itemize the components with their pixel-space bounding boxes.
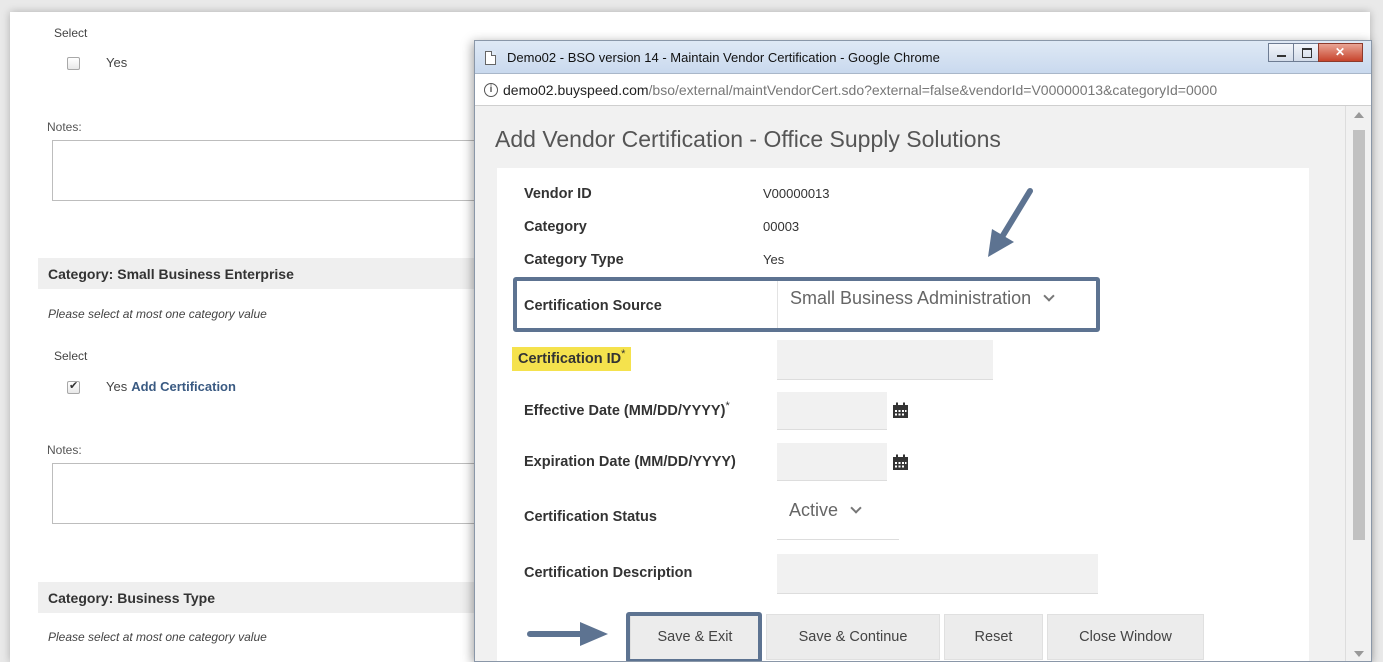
yes-checkbox[interactable]: [67, 57, 80, 70]
certification-status-label: Certification Status: [524, 509, 657, 525]
certification-id-highlight: Certification ID*: [512, 346, 632, 371]
select-label: Select: [54, 26, 88, 40]
category-header-business-type: Category: Business Type: [38, 582, 498, 613]
scroll-up-icon[interactable]: [1354, 112, 1364, 118]
annotation-arrow-icon: [527, 622, 608, 646]
page-content: Add Vendor Certification - Office Supply…: [475, 106, 1345, 661]
category-type-label: Category Type: [524, 252, 624, 268]
add-certification-link[interactable]: Add Certification: [131, 379, 236, 394]
vertical-scrollbar[interactable]: [1345, 106, 1371, 661]
info-icon[interactable]: i: [484, 83, 498, 97]
effective-date-input[interactable]: [777, 392, 887, 430]
expiration-date-label: Expiration Date (MM/DD/YYYY): [524, 454, 736, 470]
category-value: 00003: [763, 219, 800, 234]
certification-status-select[interactable]: Active: [777, 492, 899, 540]
page-icon: [485, 51, 496, 65]
maximize-icon[interactable]: [1293, 43, 1319, 62]
notes-label: Notes:: [47, 120, 82, 134]
certification-form: Vendor ID V00000013 Category 00003 Categ…: [497, 168, 1309, 661]
page-title: Add Vendor Certification - Office Supply…: [495, 126, 1001, 152]
url-host: demo02.buyspeed.com: [503, 82, 649, 98]
expiration-date-input[interactable]: [777, 443, 887, 481]
window-title: Demo02 - BSO version 14 - Maintain Vendo…: [507, 50, 940, 65]
vendor-id-value: V00000013: [763, 186, 830, 201]
scroll-thumb[interactable]: [1353, 130, 1365, 540]
vendor-id-label: Vendor ID: [524, 186, 592, 202]
category-hint: Please select at most one category value: [48, 307, 267, 321]
notes-textarea[interactable]: [52, 463, 492, 524]
minimize-icon[interactable]: [1268, 43, 1294, 62]
certification-source-callout-box: [513, 277, 1100, 332]
category-label: Category: [524, 219, 587, 235]
notes-label: Notes:: [47, 443, 82, 457]
save-continue-button[interactable]: Save & Continue: [766, 614, 940, 660]
url-path: /bso/external/maintVendorCert.sdo?extern…: [648, 82, 1218, 98]
chevron-down-icon: [850, 502, 862, 514]
save-exit-callout-box: [626, 612, 762, 661]
category-header-small-business: Category: Small Business Enterprise: [38, 258, 498, 289]
yes-option-label: Yes: [106, 55, 128, 70]
window-controls: [1268, 43, 1363, 63]
certification-id-label-row: Certification ID*: [512, 346, 632, 371]
required-marker: *: [621, 348, 626, 360]
certification-description-input[interactable]: [777, 554, 1098, 594]
select-label: Select: [54, 349, 88, 363]
category-type-value: Yes: [763, 252, 785, 267]
yes-option-label: Yes: [106, 379, 128, 394]
calendar-icon[interactable]: [892, 402, 909, 419]
calendar-icon[interactable]: [892, 454, 909, 471]
reset-button[interactable]: Reset: [944, 614, 1043, 660]
effective-date-label-row: Effective Date (MM/DD/YYYY)*: [524, 400, 730, 419]
yes-checkbox-checked[interactable]: [67, 379, 80, 394]
annotation-arrow-icon: [988, 188, 1033, 257]
notes-textarea[interactable]: [52, 140, 492, 201]
certification-id-label: Certification ID: [518, 350, 622, 367]
window-titlebar[interactable]: Demo02 - BSO version 14 - Maintain Vendo…: [475, 41, 1371, 74]
effective-date-label: Effective Date (MM/DD/YYYY): [524, 402, 726, 419]
close-icon[interactable]: [1318, 43, 1363, 62]
url-text[interactable]: demo02.buyspeed.com/bso/external/maintVe…: [503, 82, 1217, 98]
close-window-button[interactable]: Close Window: [1047, 614, 1204, 660]
scroll-down-icon[interactable]: [1354, 651, 1364, 657]
vendor-certification-window: Demo02 - BSO version 14 - Maintain Vendo…: [474, 40, 1372, 662]
certification-status-value: Active: [789, 500, 839, 520]
required-marker: *: [725, 400, 730, 412]
address-bar[interactable]: i demo02.buyspeed.com/bso/external/maint…: [475, 74, 1371, 106]
yes-option-row: Yes Add Certification: [106, 379, 236, 394]
category-hint: Please select at most one category value: [48, 630, 267, 644]
certification-id-input[interactable]: [777, 340, 993, 380]
certification-description-label: Certification Description: [524, 565, 693, 581]
